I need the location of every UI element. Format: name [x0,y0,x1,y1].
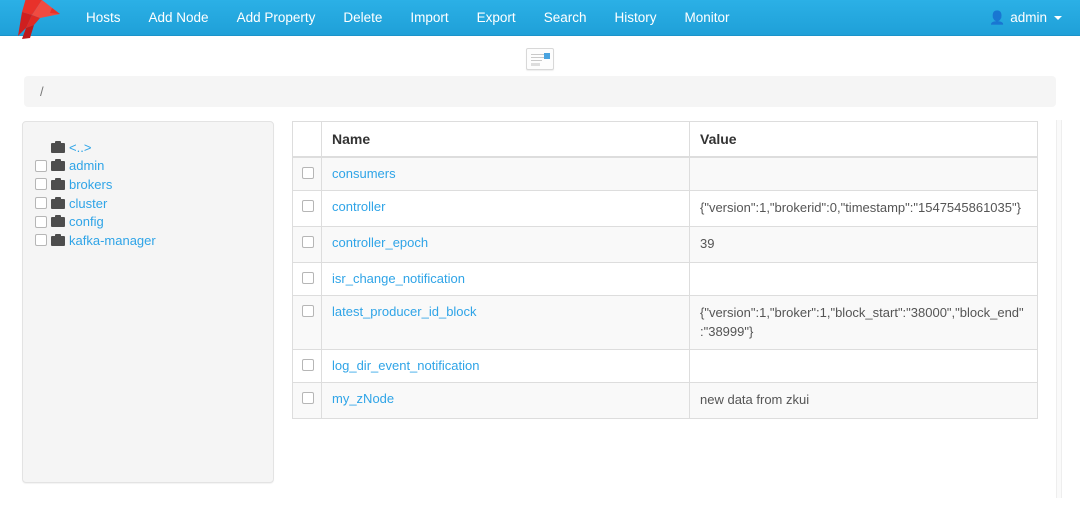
tree-checkbox-cluster[interactable] [35,197,47,210]
nav-item-add-node[interactable]: Add Node [135,0,223,35]
row-value-cell [689,156,1038,191]
user-menu-label: admin [1010,10,1047,25]
row-select-cell [292,261,322,296]
table-header-row: Name Value [292,121,1038,158]
nav-item-delete[interactable]: Delete [329,0,396,35]
brand-logo-link[interactable] [0,0,72,39]
folder-icon [51,233,65,246]
breadcrumb: / [24,76,1056,107]
table-row: latest_producer_id_block {"version":1,"b… [292,294,1038,351]
tree-item-config[interactable]: config [35,212,261,231]
znode-table: Name Value consumers controller {"versio… [292,121,1038,420]
row-select-cell [292,349,322,384]
tree-link-config[interactable]: config [69,215,104,228]
row-value-cell: 39 [689,225,1038,263]
row-select-cell [292,225,322,263]
nav-item-search[interactable]: Search [530,0,601,35]
tree-checkbox-brokers[interactable] [35,178,47,191]
row-name-cell: isr_change_notification [321,261,690,296]
tree-link-admin[interactable]: admin [69,159,104,172]
tree-item-brokers[interactable]: brokers [35,175,261,194]
znode-link-isr-change-notification[interactable]: isr_change_notification [332,271,465,286]
row-checkbox-controller-epoch[interactable] [302,235,314,248]
row-select-cell [292,382,322,420]
znode-link-latest-producer-id-block[interactable]: latest_producer_id_block [332,304,477,319]
table-body: consumers controller {"version":1,"broke… [292,156,1038,420]
folder-icon [51,215,65,228]
row-checkbox-my-znode[interactable] [302,392,314,405]
znode-link-controller-epoch[interactable]: controller_epoch [332,235,428,250]
nav-item-monitor[interactable]: Monitor [670,0,743,35]
breadcrumb-wrapper: / [0,72,1080,107]
row-name-cell: log_dir_event_notification [321,349,690,384]
table-row: log_dir_event_notification [292,349,1038,384]
znode-link-consumers[interactable]: consumers [332,166,396,181]
column-header-value: Value [689,121,1038,158]
row-checkbox-controller[interactable] [302,200,314,212]
column-header-select [292,121,322,158]
broken-image-icon [526,48,554,70]
page-right-edge [1056,120,1062,498]
tree-checkbox-config[interactable] [35,215,47,228]
node-tree: <..> admin brokers cluster config kafka-… [35,138,261,250]
tree-link-parent[interactable]: <..> [69,141,91,154]
nav-item-export[interactable]: Export [463,0,530,35]
folder-icon [51,140,65,153]
nav-item-hosts[interactable]: Hosts [72,0,135,35]
row-name-cell: consumers [321,156,690,191]
znode-link-log-dir-event-notification[interactable]: log_dir_event_notification [332,358,479,373]
folder-icon [51,159,65,172]
row-name-cell: controller_epoch [321,225,690,263]
nav-item-history[interactable]: History [600,0,670,35]
chevron-down-icon [1054,15,1062,20]
row-checkbox-log-dir-event-notification[interactable] [302,359,314,372]
row-value-cell: {"version":1,"broker":1,"block_start":"3… [689,294,1038,351]
row-value-cell: {"version":1,"brokerid":0,"timestamp":"1… [689,190,1038,227]
node-tree-panel: <..> admin brokers cluster config kafka-… [22,121,274,483]
navbar-right: 👤 admin [989,0,1080,35]
user-menu-dropdown[interactable]: 👤 admin [989,10,1062,25]
navbar-links: Hosts Add Node Add Property Delete Impor… [72,0,744,35]
folder-icon [51,196,65,209]
top-navbar: Hosts Add Node Add Property Delete Impor… [0,0,1080,39]
tree-item-kafka-manager[interactable]: kafka-manager [35,231,261,250]
row-checkbox-isr-change-notification[interactable] [302,271,314,284]
row-checkbox-latest-producer-id-block[interactable] [302,304,314,317]
row-select-cell [292,190,322,227]
row-name-cell: latest_producer_id_block [321,294,690,351]
folder-icon [51,177,65,190]
row-value-cell [689,349,1038,384]
column-header-name: Name [321,121,690,158]
row-name-cell: my_zNode [321,382,690,420]
tree-checkbox-admin[interactable] [35,159,47,172]
table-head: Name Value [292,121,1038,158]
nav-item-add-property[interactable]: Add Property [223,0,330,35]
table-row: consumers [292,156,1038,191]
tree-item-parent[interactable]: <..> [35,138,261,157]
nav-item-import[interactable]: Import [396,0,462,35]
row-select-cell [292,156,322,191]
tree-link-brokers[interactable]: brokers [69,178,112,191]
znode-link-controller[interactable]: controller [332,199,385,214]
table-row: my_zNode new data from zkui [292,382,1038,420]
table-row: isr_change_notification [292,261,1038,296]
breadcrumb-root-link[interactable]: / [40,84,44,99]
row-value-cell [689,261,1038,296]
row-name-cell: controller [321,190,690,227]
tree-link-kafka-manager[interactable]: kafka-manager [69,234,156,247]
table-row: controller_epoch 39 [292,225,1038,263]
tree-checkbox-kafka-manager[interactable] [35,234,47,247]
table-row: controller {"version":1,"brokerid":0,"ti… [292,190,1038,227]
tree-item-cluster[interactable]: cluster [35,194,261,213]
row-select-cell [292,294,322,351]
znode-table-panel: Name Value consumers controller {"versio… [292,121,1038,420]
user-icon: 👤 [989,10,1006,25]
row-value-cell: new data from zkui [689,382,1038,420]
znode-link-my-znode[interactable]: my_zNode [332,391,394,406]
row-checkbox-consumers[interactable] [302,167,314,179]
tree-link-cluster[interactable]: cluster [69,197,107,210]
hero-image-area [0,36,1080,72]
tree-item-admin[interactable]: admin [35,157,261,176]
main-content: <..> admin brokers cluster config kafka-… [0,107,1080,483]
